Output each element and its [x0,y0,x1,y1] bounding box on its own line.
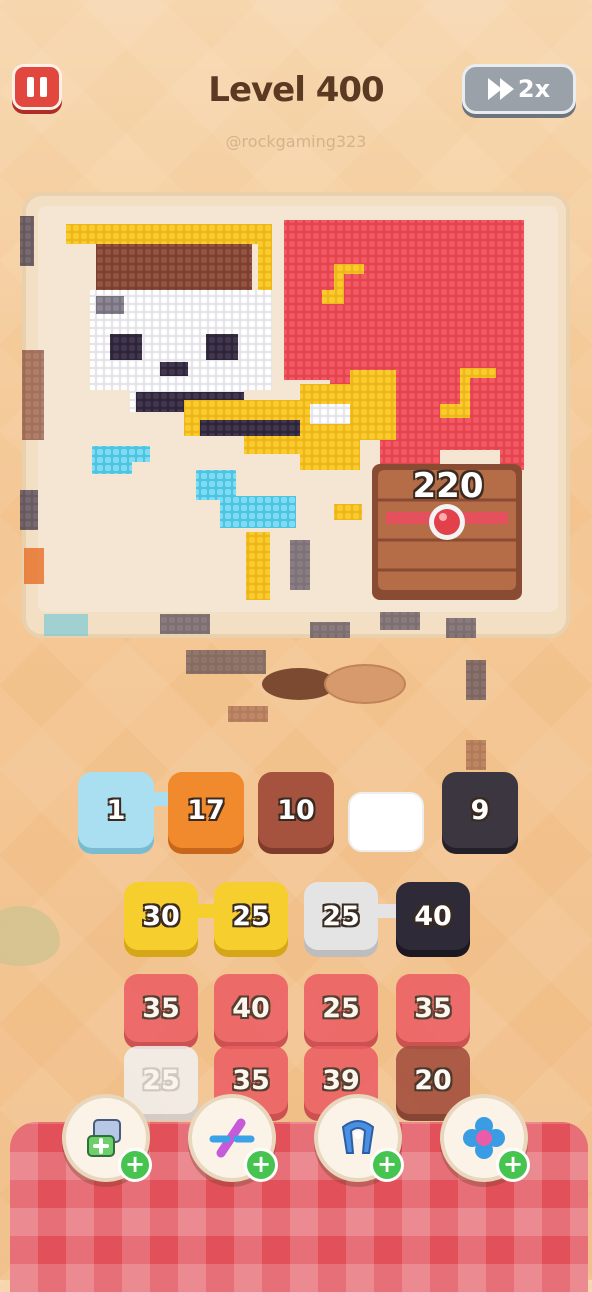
tile-dark[interactable]: 40 [396,882,470,950]
hole-cover [324,664,406,704]
puzzle-board [38,206,558,612]
magnet-booster-button[interactable]: + [314,1094,404,1182]
fast-forward-icon [487,78,514,100]
tray-slot: 1 [78,772,154,848]
tile-white[interactable]: 25 [124,1046,198,1114]
flower-booster-button[interactable]: + [440,1094,530,1182]
add-booster-plus-icon[interactable]: + [496,1148,530,1182]
tray-slot: 10 [258,772,334,848]
speed-label: 2x [517,75,551,103]
tile-red[interactable]: 35 [396,974,470,1042]
username-watermark: @rockgaming323 [225,132,367,151]
add-booster-plus-icon[interactable]: + [118,1148,152,1182]
add-booster-plus-icon[interactable]: + [370,1148,404,1182]
tile-red[interactable]: 35 [124,974,198,1042]
speed-button[interactable]: 2x [462,64,576,114]
tray-slot-empty [348,792,424,852]
chest-count: 220 [412,466,484,506]
top-bar: Level 400 @rockgaming323 2x [0,0,592,180]
tile-red[interactable]: 40 [214,974,288,1042]
tray-slot: 17 [168,772,244,848]
leaf-decoration [0,906,60,966]
tile-yellow[interactable]: 25 [214,882,288,950]
tile-white[interactable]: 25 [304,882,378,950]
magic-wand-booster-button[interactable]: + [188,1094,278,1182]
tile-yellow[interactable]: 30 [124,882,198,950]
add-slot-booster-button[interactable]: + [62,1094,152,1182]
tile-red[interactable]: 25 [304,974,378,1042]
add-booster-plus-icon[interactable]: + [244,1148,278,1182]
tray-slot: 9 [442,772,518,848]
